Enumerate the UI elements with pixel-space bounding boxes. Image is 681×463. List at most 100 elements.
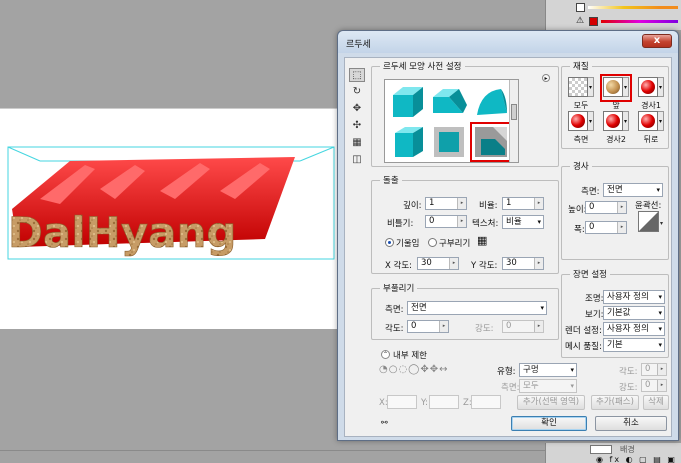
color-slider[interactable] bbox=[601, 20, 678, 23]
preset-scroll-thumb[interactable] bbox=[511, 104, 517, 120]
bevel-radio[interactable] bbox=[385, 238, 394, 247]
scale-label: 비율: bbox=[479, 201, 498, 211]
lighting-select[interactable]: 사용자 정의 ▾ bbox=[603, 290, 665, 304]
material-front[interactable]: ▾ 앞 bbox=[600, 77, 632, 111]
mesh-select[interactable]: 기본 ▾ bbox=[603, 338, 665, 352]
dropdown-arrow-icon[interactable]: ▾ bbox=[658, 77, 664, 97]
select-tool-icon[interactable]: ⬚ bbox=[349, 68, 365, 82]
inflate-angle-field[interactable]: 0 ▸ bbox=[407, 320, 449, 333]
rotate-tool-icon[interactable]: ↻ bbox=[349, 85, 365, 99]
ok-button[interactable]: 확인 bbox=[511, 416, 587, 431]
spin-arrow-icon: ▸ bbox=[657, 364, 666, 375]
dropdown-arrow-icon[interactable]: ▾ bbox=[588, 111, 594, 131]
texture-tool-icon[interactable]: ▦ bbox=[349, 136, 365, 150]
view-select[interactable]: 기본값 ▾ bbox=[603, 306, 665, 320]
contour-preview-icon[interactable]: ▾ bbox=[638, 211, 664, 233]
material-bevel2[interactable]: ▾ 경사2 bbox=[601, 111, 631, 145]
camera-tool-icon[interactable]: ◫ bbox=[349, 153, 365, 167]
dialog-titlebar[interactable]: 르두세 x bbox=[338, 31, 678, 53]
bend-radio[interactable] bbox=[428, 238, 437, 247]
checker-swatch-icon[interactable] bbox=[568, 77, 588, 97]
white-swatch[interactable] bbox=[576, 3, 585, 12]
preset-item-3[interactable] bbox=[471, 83, 511, 121]
dialog-title: 르두세 bbox=[346, 40, 371, 50]
bevel-radio-label[interactable]: 기울임 bbox=[396, 237, 419, 249]
preset-scrollbar[interactable] bbox=[509, 80, 518, 162]
color-row-1[interactable] bbox=[576, 2, 681, 14]
layer-name[interactable]: 배경 bbox=[620, 444, 635, 455]
add-selection-button[interactable]: 추가(선택 영역) bbox=[517, 395, 585, 410]
constraint-tools-icons[interactable]: ◔○◌◯✥✥↔ bbox=[379, 364, 449, 375]
inflate-strength-field[interactable]: 0 ▸ bbox=[502, 320, 544, 333]
bevel-width-field[interactable]: 0 ▸ bbox=[585, 221, 627, 234]
cancel-button[interactable]: 취소 bbox=[595, 416, 667, 431]
sphere-swatch-icon[interactable] bbox=[568, 111, 588, 131]
warning-icon: ⚠ bbox=[576, 16, 585, 26]
material-bevel1[interactable]: ▾ 경사1 bbox=[636, 77, 666, 111]
close-button[interactable]: x bbox=[642, 34, 672, 48]
red-swatch[interactable] bbox=[589, 17, 598, 26]
depth-field[interactable]: 1 ▸ bbox=[425, 197, 467, 210]
dropdown-arrow-icon[interactable]: ▾ bbox=[623, 111, 629, 131]
sphere-swatch-icon[interactable] bbox=[603, 111, 623, 131]
add-path-button[interactable]: 추가(패스) bbox=[591, 395, 639, 410]
gizmo-icon[interactable]: ⚯ bbox=[381, 418, 388, 427]
preset-list[interactable] bbox=[384, 79, 519, 163]
color-slider[interactable] bbox=[588, 6, 678, 9]
material-label: 앞 bbox=[612, 101, 620, 110]
material-side[interactable]: ▾ 측면 bbox=[566, 111, 596, 145]
x-angle-field[interactable]: 30 ▸ bbox=[417, 257, 459, 270]
x-angle-label: X 각도: bbox=[385, 261, 413, 271]
inflate-legend: 부풀리기 bbox=[383, 284, 415, 294]
dropdown-arrow-icon[interactable]: ▾ bbox=[588, 77, 594, 97]
type-select[interactable]: 구멍 ▾ bbox=[519, 363, 577, 377]
texture-select[interactable]: 비율 ▾ bbox=[502, 215, 544, 229]
preset-item-1[interactable] bbox=[387, 83, 427, 121]
dropdown-arrow-icon[interactable]: ▾ bbox=[658, 111, 664, 131]
layer-thumbnail[interactable] bbox=[590, 445, 612, 454]
y-angle-field[interactable]: 30 ▸ bbox=[502, 257, 544, 270]
constraint-angle-field[interactable]: 0 ▸ bbox=[641, 363, 667, 376]
layer-panel-icons[interactable]: ◉ fx ◐ ▢ ▤ ▣ bbox=[596, 455, 677, 463]
document-canvas[interactable]: DalHyang bbox=[0, 108, 345, 329]
bend-radio-label[interactable]: 구부리기 bbox=[439, 237, 470, 249]
color-row-2[interactable] bbox=[589, 16, 681, 28]
constraint-side-label: 측면: bbox=[501, 383, 520, 393]
dropdown-arrow-icon[interactable]: ▾ bbox=[623, 77, 629, 97]
move-tool-icon[interactable]: ✥ bbox=[349, 102, 365, 116]
bevel-height-field[interactable]: 0 ▸ bbox=[585, 201, 627, 214]
preset-item-4[interactable] bbox=[387, 123, 427, 161]
scale-field[interactable]: 1 ▸ bbox=[502, 197, 544, 210]
x-input[interactable] bbox=[387, 395, 417, 409]
spin-arrow-icon: ▸ bbox=[449, 258, 458, 269]
spin-arrow-icon: ▸ bbox=[617, 202, 626, 213]
material-all[interactable]: ▾ 모두 bbox=[566, 77, 596, 111]
texture-swatch-icon[interactable] bbox=[603, 77, 623, 97]
z-input[interactable] bbox=[471, 395, 501, 409]
preset-item-2[interactable] bbox=[429, 83, 469, 121]
preset-item-5[interactable] bbox=[429, 123, 469, 161]
bevel-width-label: 폭: bbox=[574, 225, 585, 235]
inflate-side-select[interactable]: 전면 ▾ bbox=[407, 301, 547, 315]
anchor-grid-icon[interactable]: ▦ bbox=[477, 234, 487, 247]
preset-item-6[interactable] bbox=[470, 122, 512, 162]
sphere-swatch-icon[interactable] bbox=[638, 77, 658, 97]
render-select[interactable]: 사용자 정의 ▾ bbox=[603, 322, 665, 336]
collapse-icon[interactable]: ⌃ bbox=[381, 350, 390, 359]
constraint-side-select[interactable]: 모두 ▾ bbox=[519, 379, 577, 393]
bevel-height-label: 높이: bbox=[568, 205, 587, 215]
constraint-angle-label: 각도: bbox=[619, 367, 638, 377]
mesh-label: 메시 품질: bbox=[565, 342, 602, 352]
chevron-down-icon: ▾ bbox=[658, 293, 662, 301]
inflate-strength-label: 강도: bbox=[475, 324, 494, 334]
preset-menu-icon[interactable]: ▸ bbox=[542, 74, 550, 82]
bevel-side-select[interactable]: 전면 ▾ bbox=[603, 183, 663, 197]
material-back[interactable]: ▾ 뒤로 bbox=[636, 111, 666, 145]
sphere-swatch-icon[interactable] bbox=[638, 111, 658, 131]
scale-tool-icon[interactable]: ✣ bbox=[349, 119, 365, 133]
constraint-strength-field[interactable]: 0 ▸ bbox=[641, 379, 667, 392]
chevron-down-icon: ▾ bbox=[570, 366, 574, 374]
twist-field[interactable]: 0 ▸ bbox=[425, 215, 467, 228]
delete-button[interactable]: 삭제 bbox=[643, 395, 669, 410]
y-input[interactable] bbox=[429, 395, 459, 409]
